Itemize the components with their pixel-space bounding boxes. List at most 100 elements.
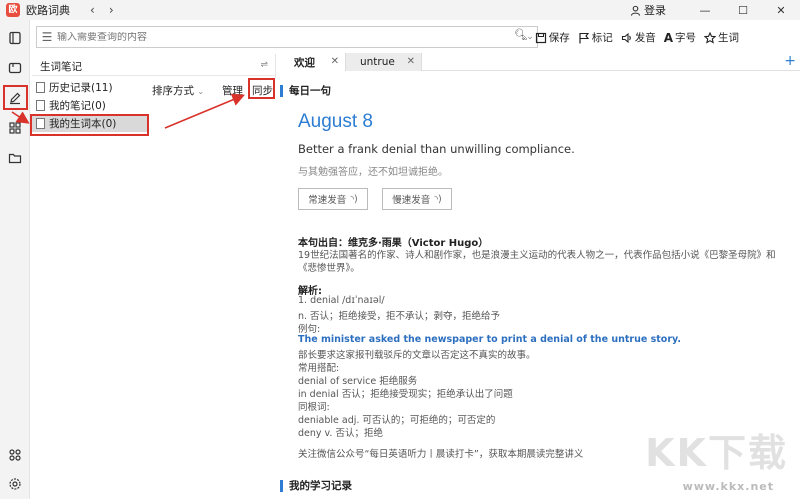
example-sentence: The minister asked the newspaper to prin… — [298, 334, 681, 345]
quote-chinese: 与其勉强答应，还不如坦诚拒绝。 — [298, 167, 448, 178]
vocab-notes-nav-button[interactable] — [5, 88, 25, 108]
apps-icon — [9, 449, 21, 461]
document-icon — [36, 81, 45, 93]
add-vocab-button[interactable]: 生词 — [704, 30, 739, 45]
pencil-icon — [10, 92, 21, 105]
search-input[interactable] — [57, 31, 523, 43]
document-icon — [36, 99, 45, 111]
study-record-heading: 我的学习记录 — [280, 478, 352, 493]
watermark-url: www.kkx.net — [682, 480, 774, 493]
follow-note: 关注微信公众号“每日英语听力丨晨读打卡”，获取本期晨读完整讲义 — [298, 449, 584, 460]
watermark-logo: KK下载 — [645, 431, 788, 475]
maximize-button[interactable]: ☐ — [724, 4, 762, 17]
translate-nav-button[interactable] — [5, 58, 25, 78]
source-desc-line: 19世纪法国著名的作家、诗人和剧作家，也是浪漫主义运动的代表人物之一，代表作品包… — [298, 250, 776, 261]
apps-nav-button[interactable] — [5, 445, 25, 465]
save-label: 保存 — [548, 32, 570, 44]
plugins-nav-button[interactable] — [5, 118, 25, 138]
quote-english: Better a frank denial than unwilling com… — [298, 142, 575, 156]
heading-text: 每日一句 — [289, 85, 331, 97]
analysis-line: denial of service 拒绝服务 — [298, 376, 418, 387]
settings-nav-button[interactable] — [5, 474, 25, 494]
heading-text: 我的学习记录 — [289, 480, 352, 492]
back-button[interactable]: ‹ — [90, 3, 95, 17]
flag-icon — [579, 32, 589, 43]
notebook-label: 我的生词本(0) — [49, 117, 117, 130]
folder-nav-button[interactable] — [5, 148, 25, 168]
tab-welcome[interactable]: 欢迎 ✕ — [280, 53, 346, 71]
button-label: 常速发音 — [308, 195, 347, 206]
grid-icon — [9, 122, 21, 134]
button-label: 慢速发音 — [392, 195, 431, 206]
chevron-down-icon: ⌄ — [197, 87, 205, 96]
analysis-line: 例句: — [298, 324, 321, 335]
collapse-panel-icon[interactable]: ⇌ — [260, 60, 268, 70]
left-icon-bar — [0, 20, 30, 499]
gear-icon — [9, 478, 21, 490]
dictionary-nav-button[interactable] — [5, 28, 25, 48]
sort-label: 排序方式 — [152, 85, 194, 97]
book-icon — [9, 31, 21, 45]
close-icon[interactable]: ✕ — [331, 56, 339, 67]
sync-button[interactable]: 同步 — [252, 83, 273, 98]
analysis-line: 1. denial /dɪˈnaɪəl/ — [298, 295, 385, 306]
vocab-list-area: 排序方式 ⌄ 管理 同步 — [148, 78, 276, 499]
title-bar: 欧 欧路词典 ‹ › 登录 — ☐ ✕ — [0, 0, 800, 20]
panel-title: 生词笔记 — [40, 61, 82, 73]
analysis-line: 部长要求这家报刊载驳斥的文章以否定这不真实的故事。 — [298, 350, 536, 361]
new-tab-button[interactable]: + — [784, 53, 796, 69]
notebook-list: 历史记录(11) 我的笔记(0) 我的生词本(0) — [32, 78, 148, 132]
normal-speed-button[interactable]: 常速发音 ◝) — [298, 188, 368, 210]
minimize-button[interactable]: — — [686, 4, 724, 17]
sound-wave-icon: ◝) — [350, 193, 358, 205]
slow-speed-button[interactable]: 慢速发音 ◝) — [382, 188, 452, 210]
analysis-line: deny v. 否认；拒绝 — [298, 428, 383, 439]
search-row: ☰ ⌄ 🔍︎ ⌄ 保存 标记 发音 A 字号 生词 — [30, 24, 800, 52]
font-size-icon: A — [663, 30, 673, 45]
chevron-down-icon: ⌄ — [520, 33, 527, 42]
app-logo-icon: 欧 — [6, 3, 20, 17]
mark-label: 标记 — [591, 32, 613, 44]
tab-untrue[interactable]: untrue ✕ — [346, 53, 422, 71]
pronounce-button[interactable]: 发音 — [621, 30, 656, 45]
analysis-line: deniable adj. 可否认的；可拒绝的；可否定的 — [298, 415, 496, 426]
analysis-line: n. 否认；拒绝接受，拒不承认；剥夺，拒绝给予 — [298, 311, 501, 322]
notebook-label: 历史记录(11) — [49, 81, 113, 94]
speaker-icon — [621, 32, 631, 43]
user-icon — [630, 5, 641, 16]
analysis-line: in denial 否认；拒绝接受现实；拒绝承认出了问题 — [298, 389, 513, 400]
font-size-button[interactable]: A 字号 — [664, 30, 696, 45]
notebook-my-vocab[interactable]: 我的生词本(0) — [32, 114, 148, 132]
notebook-my-notes[interactable]: 我的笔记(0) — [32, 96, 148, 114]
font-size-label: 字号 — [675, 32, 696, 44]
notebook-label: 我的笔记(0) — [49, 99, 106, 112]
analysis-line: 同根词: — [298, 402, 330, 413]
forward-button[interactable]: › — [109, 3, 114, 17]
login-label: 登录 — [644, 4, 666, 17]
search-box[interactable]: ☰ ⌄ — [36, 26, 538, 48]
folder-icon — [8, 153, 22, 164]
notebook-history[interactable]: 历史记录(11) — [32, 78, 148, 96]
source-desc-line: 《悲惨世界》。 — [298, 263, 360, 274]
save-icon — [535, 32, 546, 43]
sort-dropdown[interactable]: 排序方式 ⌄ — [152, 83, 204, 98]
app-name: 欧路词典 — [26, 4, 70, 17]
login-button[interactable]: 登录 — [630, 2, 666, 18]
analysis-line: 常用搭配: — [298, 363, 340, 374]
menu-icon[interactable]: ☰ — [37, 30, 57, 44]
star-icon — [704, 31, 716, 44]
close-icon[interactable]: ✕ — [407, 56, 415, 67]
search-options-button[interactable]: ⌄ — [520, 33, 527, 42]
card-icon — [8, 62, 22, 74]
sound-wave-icon: ◝) — [434, 193, 442, 205]
pronounce-label: 发音 — [634, 32, 656, 44]
daily-date: August 8 — [298, 111, 373, 132]
manage-button[interactable]: 管理 — [222, 83, 243, 98]
save-button[interactable]: 保存 — [535, 30, 570, 45]
tab-label: 欢迎 — [294, 56, 315, 69]
tab-label: untrue — [360, 56, 395, 68]
close-button[interactable]: ✕ — [762, 4, 800, 17]
tab-bar: 欢迎 ✕ untrue ✕ + — [280, 53, 800, 71]
vocab-notes-panel: 生词笔记 ⇌ 历史记录(11) 我的笔记(0) 我的生词本(0) 排序方式 ⌄ … — [32, 54, 276, 499]
mark-button[interactable]: 标记 — [578, 30, 613, 45]
